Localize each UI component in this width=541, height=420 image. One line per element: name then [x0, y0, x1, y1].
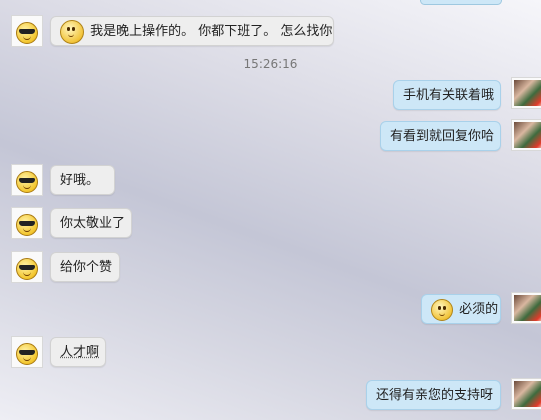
message-bubble-incoming[interactable]: 人才啊 — [50, 337, 106, 367]
profile-photo — [514, 381, 541, 407]
smile-face-emoji-icon — [431, 298, 453, 321]
profile-photo — [514, 122, 541, 148]
message-text: 还得有亲您的支持呀 — [376, 388, 494, 403]
sunglasses-emoji-icon — [16, 22, 38, 44]
message-text: 人才啊 — [60, 345, 100, 360]
message-bubble-outgoing[interactable]: 必须的 — [421, 294, 501, 324]
sunglasses-emoji-icon — [16, 171, 38, 193]
message-text: 给你个赞 — [60, 260, 113, 275]
message-text: 手机有关联着哦 — [403, 88, 495, 103]
my-avatar[interactable] — [511, 119, 541, 151]
message-bubble-incoming[interactable]: 好哦。 — [50, 165, 115, 195]
message-bubble-outgoing[interactable]: 还得有亲您的支持呀 — [366, 380, 501, 410]
message-bubble-outgoing[interactable]: 有看到就回复你哈 — [380, 121, 501, 151]
message-text: 我是晚上操作的。 你都下班了。 怎么找你 — [90, 24, 333, 39]
profile-photo — [514, 80, 541, 106]
my-avatar[interactable] — [511, 77, 541, 109]
message-text: 有看到就回复你哈 — [390, 129, 495, 144]
contact-avatar[interactable] — [11, 15, 43, 47]
message-bubble-incoming[interactable]: 我是晚上操作的。 你都下班了。 怎么找你 — [50, 16, 334, 46]
contact-avatar[interactable] — [11, 251, 43, 283]
message-text: 你太敬业了 — [60, 216, 126, 231]
profile-photo — [514, 295, 541, 321]
contact-avatar[interactable] — [11, 336, 43, 368]
message-bubble-incoming[interactable]: 给你个赞 — [50, 252, 120, 282]
message-timestamp: 15:26:16 — [243, 57, 298, 71]
previous-message-bubble-edge — [420, 0, 502, 5]
contact-avatar[interactable] — [11, 207, 43, 239]
message-text: 好哦。 — [60, 173, 100, 188]
sunglasses-emoji-icon — [16, 343, 38, 365]
message-bubble-incoming[interactable]: 你太敬业了 — [50, 208, 132, 238]
my-avatar[interactable] — [511, 378, 541, 410]
my-avatar[interactable] — [511, 292, 541, 324]
message-bubble-outgoing[interactable]: 手机有关联着哦 — [393, 80, 501, 110]
dizzy-face-emoji-icon — [60, 19, 84, 44]
sunglasses-emoji-icon — [16, 214, 38, 236]
sunglasses-emoji-icon — [16, 258, 38, 280]
message-text: 必须的 — [459, 302, 499, 317]
contact-avatar[interactable] — [11, 164, 43, 196]
